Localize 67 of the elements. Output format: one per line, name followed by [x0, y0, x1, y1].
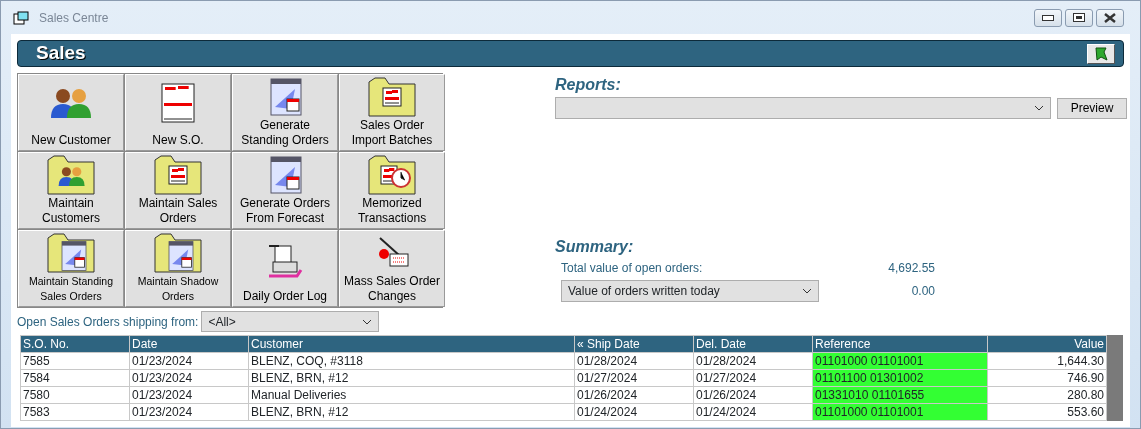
tile-button[interactable]: Generate Orders From Forecast	[232, 152, 338, 229]
table-cell: 01/23/2024	[129, 369, 249, 387]
minimize-button[interactable]	[1034, 8, 1062, 27]
tile-button[interactable]: Maintain Standing Sales Orders	[18, 230, 124, 307]
column-header[interactable]: Date	[129, 335, 249, 353]
maximize-icon	[1073, 13, 1085, 22]
reports-heading: Reports:	[555, 75, 622, 95]
tile-button[interactable]: Maintain Sales Orders	[125, 152, 231, 229]
close-button[interactable]	[1096, 8, 1124, 27]
table-cell: 553.60	[987, 403, 1107, 421]
table-cell: 7580	[20, 386, 130, 404]
chevron-icon	[1034, 105, 1044, 111]
summary-heading: Summary:	[555, 237, 635, 257]
table-cell: 280.80	[987, 386, 1107, 404]
minimize-icon	[1042, 14, 1054, 21]
tile-button[interactable]: New S.O.	[125, 74, 231, 151]
tile-button[interactable]: New Customer	[18, 74, 124, 151]
table-cell: BLENZ, BRN, #12	[248, 369, 575, 387]
table-cell: 7583	[20, 403, 130, 421]
chevron-icon	[802, 288, 812, 294]
period-select[interactable]: Value of orders written today	[561, 280, 819, 302]
total-label: Total value of open orders:	[561, 260, 703, 277]
table-cell: 01/24/2024	[574, 403, 694, 421]
table-cell: 01/23/2024	[129, 352, 249, 370]
table-cell: BLENZ, BRN, #12	[248, 403, 575, 421]
tile-button[interactable]: Generate Standing Orders	[232, 74, 338, 151]
tile-button[interactable]: Daily Order Log	[232, 230, 338, 307]
table-cell: 01/27/2024	[574, 369, 694, 387]
tile-button[interactable]: Maintain Customers	[18, 152, 124, 229]
table-cell: 1,644.30	[987, 352, 1107, 370]
filter-label: Open Sales Orders shipping from:	[17, 313, 199, 331]
column-header[interactable]: Del. Date	[693, 335, 813, 353]
maximize-button[interactable]	[1065, 8, 1093, 27]
tile-button[interactable]: Mass Sales Order Changes	[339, 230, 445, 307]
total-value: 4,692.55	[888, 260, 935, 277]
app-icon	[13, 11, 29, 26]
exit-button[interactable]	[1087, 43, 1115, 64]
exit-icon	[1094, 46, 1108, 61]
preview-button[interactable]: Preview	[1057, 97, 1127, 119]
tile-button[interactable]: Maintain Shadow Orders	[125, 230, 231, 307]
table-cell: 01/27/2024	[693, 369, 813, 387]
window-title: Sales Centre	[39, 9, 109, 27]
close-icon	[1103, 12, 1117, 23]
table-cell: 7584	[20, 369, 130, 387]
table-cell: 01/24/2024	[693, 403, 813, 421]
scrollbar[interactable]	[1107, 335, 1123, 421]
column-header[interactable]: « Ship Date	[574, 335, 694, 353]
table-cell: 7585	[20, 352, 130, 370]
period-value: 0.00	[911, 283, 935, 300]
tile-button[interactable]: Sales Order Import Batches	[339, 74, 445, 151]
header-title: Sales	[36, 41, 86, 66]
table-cell: 01/26/2024	[574, 386, 694, 404]
table-cell: 01/26/2024	[693, 386, 813, 404]
chevron-icon	[362, 318, 373, 325]
column-header[interactable]: Reference	[812, 335, 988, 353]
table-cell: 01/23/2024	[129, 386, 249, 404]
column-header[interactable]: S.O. No.	[20, 335, 130, 353]
column-header[interactable]: Customer	[248, 335, 575, 353]
table-cell: 01/28/2024	[693, 352, 813, 370]
table-cell: 01/23/2024	[129, 403, 249, 421]
table-cell: Manual Deliveries	[248, 386, 575, 404]
tile-button[interactable]: Memorized Transactions	[339, 152, 445, 229]
table-cell: 746.90	[987, 369, 1107, 387]
warehouse-select[interactable]: <All>	[201, 311, 380, 332]
column-header[interactable]: Value	[987, 335, 1107, 353]
table-cell: 01/28/2024	[574, 352, 694, 370]
table-cell: BLENZ, COQ, #3118	[248, 352, 575, 370]
